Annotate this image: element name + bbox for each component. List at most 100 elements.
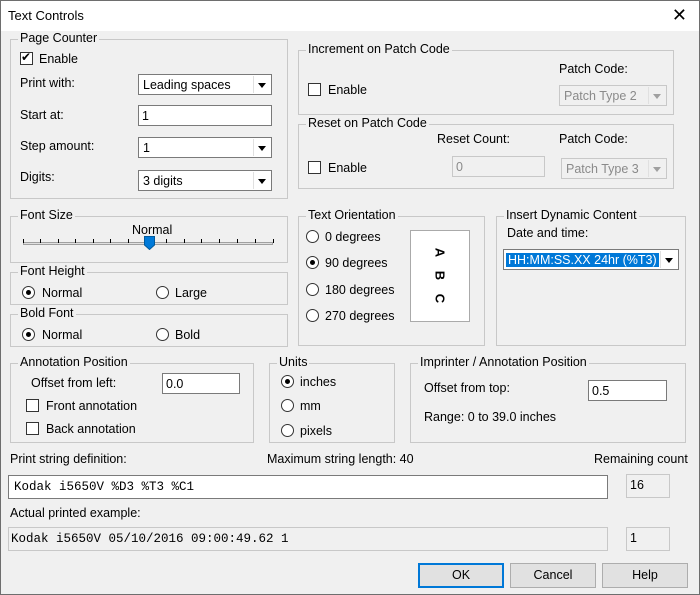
cancel-button[interactable]: Cancel [510, 563, 596, 588]
print-with-select[interactable]: Leading spaces [138, 74, 272, 95]
imprinter-group: Imprinter / Annotation Position [410, 355, 686, 443]
slider-tick [201, 239, 202, 243]
page-counter-enable-label: Enable [39, 52, 78, 66]
slider-tick [58, 239, 59, 243]
text-controls-dialog: Text Controls ✕ Page Counter Enable Prin… [0, 0, 700, 595]
close-icon[interactable]: ✕ [672, 5, 687, 25]
chevron-down-icon[interactable] [253, 172, 270, 189]
orientation-180-radio[interactable] [306, 283, 319, 296]
bold-font-bold-radio[interactable] [156, 328, 169, 341]
bold-font-normal-radio[interactable] [22, 328, 35, 341]
reset-count-label: Reset Count: [437, 132, 510, 146]
orientation-270-label: 270 degrees [325, 309, 395, 323]
font-height-large-radio[interactable] [156, 286, 169, 299]
bold-font-legend: Bold Font [18, 306, 76, 320]
dynamic-content-legend: Insert Dynamic Content [504, 208, 639, 222]
orientation-preview: A B C [410, 230, 470, 322]
chevron-down-icon[interactable] [648, 160, 665, 177]
slider-tick [273, 239, 274, 243]
preview-letter: A [432, 247, 448, 258]
imprinter-legend: Imprinter / Annotation Position [418, 355, 589, 369]
start-at-label: Start at: [20, 108, 64, 122]
preview-letter: B [432, 270, 448, 281]
units-pixels-label: pixels [300, 424, 332, 438]
orientation-0-radio[interactable] [306, 230, 319, 243]
font-size-legend: Font Size [18, 208, 75, 222]
chevron-down-icon[interactable] [660, 251, 677, 268]
example-label: Actual printed example: [10, 506, 141, 520]
units-legend: Units [277, 355, 310, 369]
increment-enable-label: Enable [328, 83, 367, 97]
print-string-input[interactable]: Kodak i5650V %D3 %T3 %C1 [8, 475, 608, 499]
units-inches-label: inches [300, 375, 337, 389]
offset-left-label: Offset from left: [31, 376, 117, 390]
step-amount-select[interactable]: 1 [138, 137, 272, 158]
step-amount-label: Step amount: [20, 139, 95, 153]
example-output: Kodak i5650V 05/10/2016 09:00:49.62 1 [8, 527, 608, 551]
digits-label: Digits: [20, 170, 55, 184]
orientation-270-radio[interactable] [306, 309, 319, 322]
example-count-value: 1 [626, 527, 670, 551]
slider-tick [110, 239, 111, 243]
page-counter-enable-checkbox[interactable] [20, 50, 33, 65]
chevron-down-icon[interactable] [253, 139, 270, 156]
chevron-down-icon[interactable] [253, 76, 270, 93]
reset-patch-code-label: Patch Code: [559, 132, 628, 146]
window-title: Text Controls [8, 8, 84, 23]
ok-button[interactable]: OK [418, 563, 504, 588]
font-height-normal-label: Normal [42, 286, 83, 300]
back-annotation-checkbox[interactable] [26, 422, 39, 435]
slider-tick [237, 239, 238, 243]
start-at-input[interactable]: 1 [138, 105, 272, 126]
offset-left-input[interactable]: 0.0 [162, 373, 240, 394]
range-text: Range: 0 to 39.0 inches [424, 410, 557, 424]
units-pixels-radio[interactable] [281, 424, 294, 437]
front-annotation-checkbox[interactable] [26, 399, 39, 412]
orientation-180-label: 180 degrees [325, 283, 395, 297]
digits-select[interactable]: 3 digits [138, 170, 272, 191]
text-orientation-legend: Text Orientation [306, 208, 398, 222]
annotation-position-legend: Annotation Position [18, 355, 130, 369]
increment-legend: Increment on Patch Code [306, 42, 452, 56]
preview-letter: C [432, 293, 448, 304]
increment-enable-checkbox[interactable] [308, 83, 321, 96]
font-height-normal-radio[interactable] [22, 286, 35, 299]
remaining-count-label: Remaining count [594, 452, 688, 466]
slider-tick [23, 239, 24, 243]
slider-tick [93, 239, 94, 243]
help-button[interactable]: Help [602, 563, 688, 588]
units-inches-radio[interactable] [281, 375, 294, 388]
print-string-label: Print string definition: [10, 452, 127, 466]
orientation-0-label: 0 degrees [325, 230, 381, 244]
slider-tick [40, 239, 41, 243]
chevron-down-icon[interactable] [648, 87, 665, 104]
units-mm-radio[interactable] [281, 399, 294, 412]
slider-tick [219, 239, 220, 243]
remaining-count-value: 16 [626, 474, 670, 498]
font-height-large-label: Large [175, 286, 207, 300]
increment-patch-code-select[interactable]: Patch Type 2 [559, 85, 667, 106]
front-annotation-label: Front annotation [46, 399, 138, 413]
font-size-value: Normal [132, 223, 173, 237]
offset-top-label: Offset from top: [424, 381, 510, 395]
reset-count-input[interactable]: 0 [452, 156, 545, 177]
reset-enable-label: Enable [328, 161, 367, 175]
offset-top-input[interactable]: 0.5 [588, 380, 667, 401]
max-length-label: Maximum string length: 40 [267, 452, 414, 466]
print-with-label: Print with: [20, 76, 75, 90]
reset-enable-checkbox[interactable] [308, 161, 321, 174]
font-size-slider-thumb[interactable] [144, 236, 155, 250]
orientation-90-radio[interactable] [306, 256, 319, 269]
title-bar: Text Controls ✕ [1, 1, 699, 31]
back-annotation-label: Back annotation [46, 422, 136, 436]
bold-font-normal-label: Normal [42, 328, 83, 342]
slider-tick [184, 239, 185, 243]
date-time-select[interactable]: HH:MM:SS.XX 24hr (%T3) [503, 249, 679, 270]
slider-tick [255, 239, 256, 243]
page-counter-legend: Page Counter [18, 31, 100, 45]
slider-tick [128, 239, 129, 243]
slider-tick [75, 239, 76, 243]
font-height-legend: Font Height [18, 264, 87, 278]
reset-patch-code-select[interactable]: Patch Type 3 [561, 158, 667, 179]
bold-font-bold-label: Bold [175, 328, 201, 342]
